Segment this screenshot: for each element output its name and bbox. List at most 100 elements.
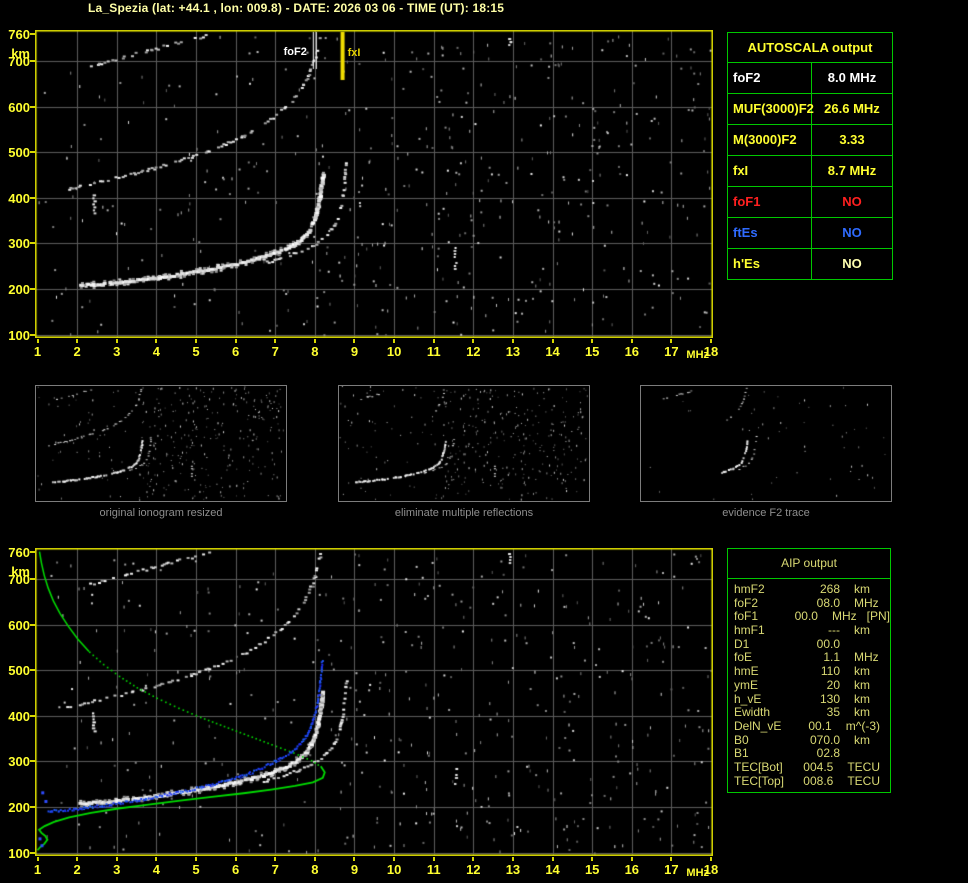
x-tick-label: 3 [113, 344, 121, 359]
aip-row: ymE 20 km [734, 677, 890, 693]
aip-unit: TECU [847, 759, 880, 774]
aip-param: DelN_vE [734, 718, 782, 733]
y-tick-mark [30, 714, 35, 717]
y-axis-unit-label: km [11, 45, 30, 61]
aip-unit: km [854, 691, 870, 706]
aip-header: AIP output [728, 549, 890, 579]
x-tick-mark [36, 339, 39, 343]
x-tick-label: 15 [584, 862, 600, 877]
aip-note [870, 693, 880, 707]
y-tick-mark [30, 851, 35, 854]
aip-row: foE 1.1 MHz [734, 651, 890, 665]
x-tick-mark [234, 339, 237, 343]
aip-row: hmF2 268 km [734, 582, 890, 597]
aip-unit: km [854, 677, 870, 692]
x-tick-label: 11 [426, 344, 441, 359]
x-tick-mark [115, 339, 118, 343]
autoscala-label: ftEs [728, 218, 812, 248]
thumbnail-original-ionogram [35, 385, 287, 502]
autoscala-value: NO [842, 225, 862, 240]
thumbnail-caption-evidence: evidence F2 trace [722, 507, 810, 519]
x-tick-mark [274, 857, 277, 861]
x-tick-label: 14 [545, 862, 560, 877]
x-tick-label: 9 [350, 862, 359, 877]
aip-note [880, 720, 890, 734]
x-tick-label: 10 [386, 344, 402, 359]
aip-param: hmF2 [734, 582, 765, 596]
aip-row: h_vE 130 km [734, 691, 890, 707]
x-tick-label: 4 [152, 862, 160, 877]
autoscala-label: h'Es [728, 249, 812, 279]
aip-value: 004.5 [803, 759, 834, 774]
aip-value: 00.0 [816, 636, 840, 651]
x-tick-mark [551, 857, 554, 861]
x-tick-mark [511, 339, 514, 343]
autoscala-value: NO [842, 194, 862, 209]
y-tick-mark [30, 623, 35, 626]
x-tick-label: 13 [505, 862, 521, 877]
x-tick-mark [630, 857, 633, 861]
autoscala-label: fxI [728, 156, 812, 186]
aip-param: B1 [734, 746, 749, 761]
thumbnail-evidence-f2-trace [640, 385, 892, 502]
aip-param: hmE [734, 664, 759, 679]
x-tick-mark [274, 339, 277, 343]
autoscala-label: MUF(3000)F2 [728, 94, 814, 124]
x-tick-label: 12 [466, 344, 481, 359]
aip-param: hmF1 [734, 623, 765, 638]
y-tick-mark [30, 760, 35, 763]
aip-unit: km [854, 623, 870, 638]
y-tick-mark [30, 196, 35, 199]
x-tick-mark [76, 857, 79, 861]
autoscala-label: foF2 [728, 63, 812, 93]
aip-unit: m^(-3) [845, 718, 880, 733]
x-tick-mark [670, 339, 673, 343]
fof2-marker-label: foF2 [283, 46, 307, 58]
y-tick-mark [30, 105, 35, 108]
y-tick-label: 600 [8, 99, 30, 115]
autoscala-value: 8.0 MHz [827, 70, 877, 85]
x-tick-label: 1 [33, 344, 42, 359]
autoscala-label: M(3000)F2 [728, 125, 812, 155]
x-tick-mark [353, 857, 356, 861]
autoscala-row-fof1: foF1 NO [728, 187, 892, 218]
x-tick-label: 17 [664, 862, 679, 877]
aip-output-panel: AIP output hmF2 268 km foF2 08.0 MHz foF1 00.0 M… [727, 548, 891, 793]
x-tick-label: 16 [624, 862, 640, 877]
aip-note [870, 624, 880, 638]
aip-note [870, 583, 880, 597]
aip-row: B0 070.0 km [734, 733, 890, 748]
x-tick-label: 1 [33, 862, 42, 877]
autoscala-row-muf3000f2: MUF(3000)F2 26.6 MHz [728, 94, 892, 125]
x-tick-label: 5 [192, 862, 200, 877]
aip-value: 130 [819, 691, 840, 706]
y-tick-mark [30, 287, 35, 290]
aip-value: --- [828, 623, 840, 638]
autoscala-row-fxi: fxI 8.7 MHz [728, 156, 892, 187]
y-tick-label: 300 [8, 754, 30, 770]
x-tick-label: 9 [350, 344, 359, 359]
x-tick-label: 4 [152, 344, 160, 359]
x-tick-mark [194, 857, 197, 861]
x-tick-mark [472, 857, 475, 861]
x-tick-mark [472, 339, 475, 343]
aip-unit: km [854, 582, 870, 596]
aip-row: Ewidth 35 km [734, 705, 890, 720]
aip-value: 008.6 [803, 773, 834, 788]
aip-rows: hmF2 268 km foF2 08.0 MHz foF1 00.0 MHz [PN] hmF1-… [728, 579, 890, 788]
aip-param: TEC[Bot] [734, 759, 783, 774]
aip-note [854, 638, 864, 652]
autoscala-output-panel: AUTOSCALA output foF2 8.0 MHz MUF(3000)F… [727, 32, 893, 280]
x-tick-mark [234, 857, 237, 861]
thumbnail-caption-original: original ionogram resized [99, 507, 223, 519]
y-tick-label: 200 [8, 799, 30, 815]
autoscala-value: 8.7 MHz [827, 163, 877, 178]
y-tick-label: 100 [8, 845, 30, 861]
x-tick-mark [393, 857, 396, 861]
aip-ionogram-canvas [35, 548, 713, 856]
x-tick-label: 11 [426, 862, 441, 877]
aip-unit [840, 747, 854, 761]
y-tick-label: 500 [8, 145, 30, 161]
x-tick-mark [591, 857, 594, 861]
aip-param: foF1 [734, 609, 759, 624]
